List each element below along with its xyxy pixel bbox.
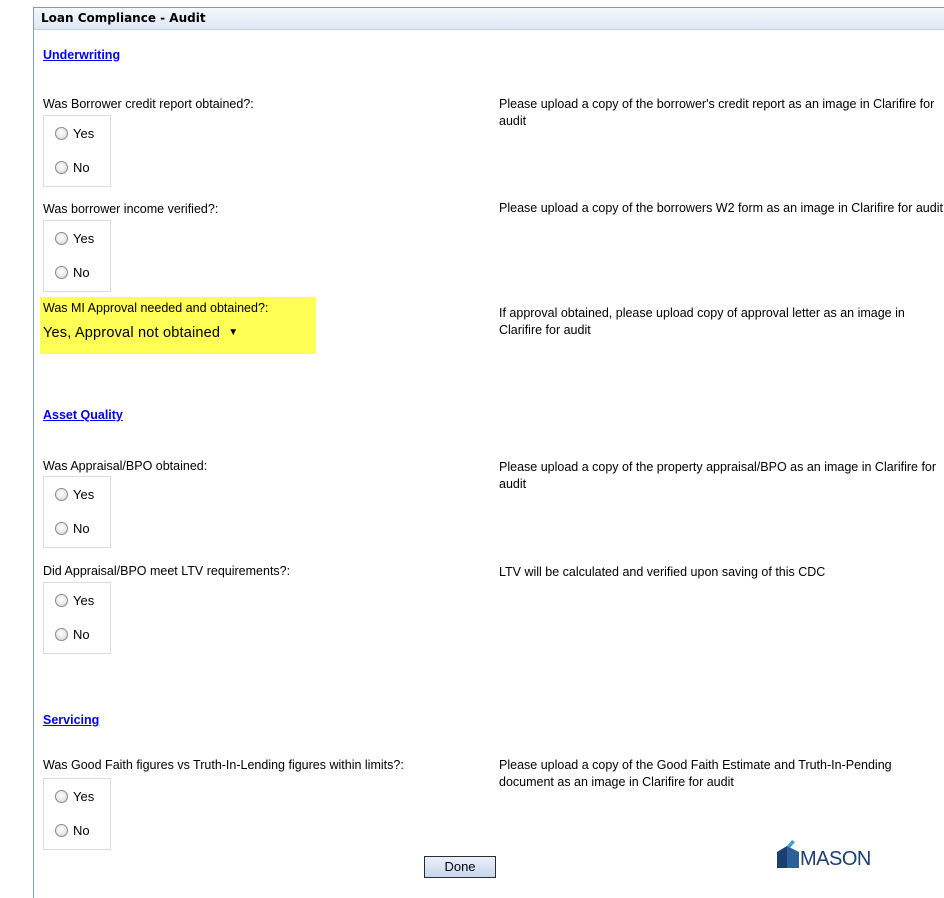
radio-income-verified-yes[interactable]: Yes — [55, 231, 94, 246]
section-underwriting-link[interactable]: Underwriting — [43, 48, 120, 62]
mi-approval-selected-value: Yes, Approval not obtained — [43, 324, 221, 341]
radio-button[interactable] — [55, 594, 68, 607]
radio-good-faith-no[interactable]: No — [55, 823, 90, 838]
radio-credit-report-yes[interactable]: Yes — [55, 126, 94, 141]
note-credit-report: Please upload a copy of the borrower's c… — [499, 97, 935, 128]
radio-appraisal-obtained-yes[interactable]: Yes — [55, 487, 94, 502]
radio-button[interactable] — [55, 790, 68, 803]
question-mi-approval: Was MI Approval needed and obtained?: — [43, 301, 269, 315]
question-appraisal-obtained: Was Appraisal/BPO obtained: — [43, 459, 208, 473]
note-appraisal-obtained: Please upload a copy of the property app… — [499, 460, 937, 491]
radio-group-good-faith: Yes No — [43, 778, 111, 850]
radio-button[interactable] — [55, 127, 68, 140]
radio-group-appraisal-obtained: Yes No — [43, 476, 111, 548]
question-ltv-requirements: Did Appraisal/BPO meet LTV requirements?… — [43, 564, 291, 578]
radio-group-ltv-requirements: Yes No — [43, 582, 111, 654]
radio-button[interactable] — [55, 232, 68, 245]
note-ltv-requirements: LTV will be calculated and verified upon… — [499, 565, 826, 579]
radio-button[interactable] — [55, 488, 68, 501]
mi-approval-dropdown[interactable]: Yes, Approval not obtained ▼ — [43, 321, 297, 344]
radio-appraisal-obtained-no[interactable]: No — [55, 521, 90, 536]
radio-button[interactable] — [55, 628, 68, 641]
question-good-faith: Was Good Faith figures vs Truth-In-Lendi… — [43, 758, 404, 772]
radio-group-credit-report: Yes No — [43, 115, 111, 187]
radio-button[interactable] — [55, 522, 68, 535]
question-income-verified: Was borrower income verified?: — [43, 202, 219, 216]
radio-button[interactable] — [55, 824, 68, 837]
section-asset-quality-link[interactable]: Asset Quality — [43, 408, 123, 422]
note-good-faith: Please upload a copy of the Good Faith E… — [499, 758, 892, 789]
radio-ltv-requirements-yes[interactable]: Yes — [55, 593, 94, 608]
radio-income-verified-no[interactable]: No — [55, 265, 90, 280]
note-mi-approval: If approval obtained, please upload copy… — [499, 306, 905, 337]
window-title: Loan Compliance - Audit — [41, 11, 206, 25]
note-income-verified: Please upload a copy of the borrowers W2… — [499, 201, 943, 215]
logo-text: MASON — [800, 848, 871, 870]
radio-ltv-requirements-no[interactable]: No — [55, 627, 90, 642]
done-button[interactable]: Done — [424, 856, 496, 878]
radio-group-income-verified: Yes No — [43, 220, 111, 292]
radio-button[interactable] — [55, 161, 68, 174]
mason-logo: MASON — [773, 834, 883, 874]
question-credit-report: Was Borrower credit report obtained?: — [43, 97, 254, 111]
radio-button[interactable] — [55, 266, 68, 279]
section-servicing-link[interactable]: Servicing — [43, 713, 99, 727]
window-titlebar: Loan Compliance - Audit — [34, 8, 944, 30]
radio-good-faith-yes[interactable]: Yes — [55, 789, 94, 804]
mi-approval-highlight: Was MI Approval needed and obtained?: Ye… — [40, 297, 316, 354]
dropdown-arrow-icon[interactable]: ▼ — [228, 327, 238, 338]
audit-window: Loan Compliance - Audit Underwriting Was… — [33, 7, 944, 898]
radio-credit-report-no[interactable]: No — [55, 160, 90, 175]
